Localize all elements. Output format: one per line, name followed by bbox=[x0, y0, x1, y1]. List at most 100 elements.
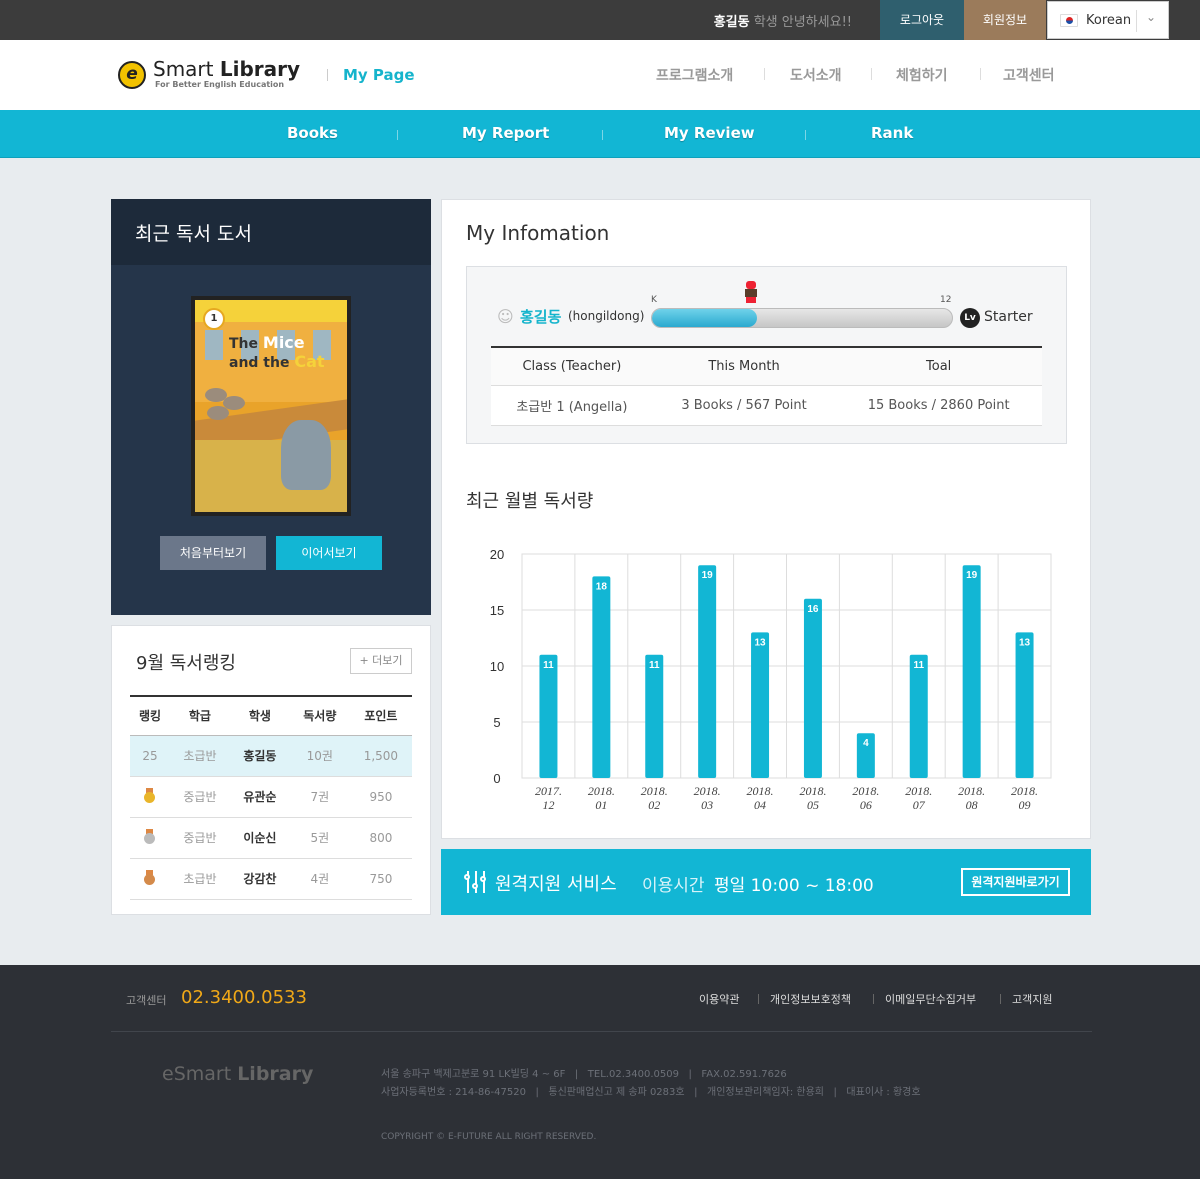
class-cell: 초급반 bbox=[169, 858, 230, 900]
user-icon: ☺ bbox=[497, 307, 514, 326]
footer-link-email-refusal[interactable]: 이메일무단수집거부 bbox=[885, 991, 976, 1007]
customer-center-label: 고객센터 bbox=[126, 994, 167, 1007]
table-row: 초급반 1 (Angella) 3 Books / 567 Point 15 B… bbox=[491, 385, 1042, 426]
mypage-link[interactable]: My Page bbox=[343, 66, 415, 84]
service-hours-label: 이용시간 bbox=[642, 876, 705, 896]
book-title-cat: Cat bbox=[294, 352, 325, 371]
tab-my-report[interactable]: My Report bbox=[462, 124, 549, 142]
footer-link-terms[interactable]: 이용약관 bbox=[699, 991, 739, 1007]
ranking-title: 9월 독서랭킹 bbox=[136, 653, 236, 674]
address-line-2: 사업자등록번호 : 214-86-47520 | 통신판매업신고 제 송파 02… bbox=[381, 1087, 921, 1098]
remote-support-title: 원격지원 서비스 bbox=[495, 874, 617, 895]
footer-logo: eSmart Library bbox=[162, 1063, 313, 1085]
bar-value-label: 4 bbox=[863, 738, 869, 749]
cat-illustration bbox=[281, 420, 331, 490]
books-cell: 10권 bbox=[289, 735, 350, 777]
level-min-label: K bbox=[651, 295, 657, 305]
logo-e-icon[interactable]: e bbox=[118, 61, 146, 89]
col-student: 학생 bbox=[229, 695, 290, 736]
table-row: 중급반 유관순 7권 950 bbox=[130, 776, 412, 818]
table-row: 초급반 강감찬 4권 750 bbox=[130, 858, 412, 900]
book-cover[interactable]: 1 The Mice and the Cat bbox=[191, 296, 351, 516]
logo-title[interactable]: Smart Library bbox=[153, 57, 300, 81]
member-info-button[interactable]: 회원정보 bbox=[964, 0, 1046, 40]
class-cell: 초급반 bbox=[169, 735, 230, 777]
col-rank: 랭킹 bbox=[130, 695, 170, 736]
read-from-start-button[interactable]: 처음부터보기 bbox=[160, 536, 266, 570]
tab-divider bbox=[805, 130, 806, 140]
bar-value-label: 13 bbox=[1019, 637, 1031, 648]
nav-program[interactable]: 프로그램소개 bbox=[656, 65, 733, 85]
chevron-down-icon: ⌄ bbox=[1146, 10, 1157, 24]
x-tick-label: 2018. bbox=[799, 784, 826, 798]
footer-link-support[interactable]: 고객지원 bbox=[1012, 991, 1052, 1007]
nav-divider bbox=[980, 68, 981, 80]
points-cell: 800 bbox=[349, 817, 412, 859]
chart-bar bbox=[962, 565, 981, 778]
class-cell: 중급반 bbox=[169, 776, 230, 818]
user-name: 홍길동 bbox=[520, 308, 562, 326]
chart-bar bbox=[751, 632, 770, 778]
x-tick-label: 2018. bbox=[641, 784, 668, 798]
address-line-1: 서울 송파구 백제고분로 91 LK빌딩 4 ~ 6F | TEL.02.340… bbox=[381, 1069, 787, 1080]
top-bar: 홍길동 학생 안녕하세요!! 로그아웃 회원정보 Korean ⌄ bbox=[0, 0, 1200, 40]
x-tick-label: 04 bbox=[754, 798, 766, 812]
this-month-value: 3 Books / 567 Point bbox=[652, 385, 836, 426]
service-hours: 평일 10:00 ~ 18:00 bbox=[714, 876, 874, 896]
bar-value-label: 19 bbox=[702, 570, 714, 581]
nav-books-intro[interactable]: 도서소개 bbox=[790, 65, 842, 85]
chart-bar bbox=[1015, 632, 1034, 778]
nav-trial[interactable]: 체험하기 bbox=[896, 65, 948, 85]
footer-divider bbox=[873, 994, 874, 1004]
x-tick-label: 07 bbox=[913, 798, 926, 812]
greeting: 홍길동 학생 안녕하세요!! bbox=[714, 11, 852, 30]
level-progress-fill bbox=[652, 309, 757, 327]
ranking-table: 랭킹 학급 학생 독서량 포인트 25 초급반 홍길동 10권 1,500 중급… bbox=[130, 695, 412, 900]
footer-divider bbox=[758, 994, 759, 1004]
book-title: The Mice and the Cat bbox=[229, 334, 325, 372]
nav-customer-center[interactable]: 고객센터 bbox=[1003, 65, 1055, 85]
recent-book-title: 최근 독서 도서 bbox=[135, 223, 252, 245]
sub-nav: Books My Report My Review Rank bbox=[0, 110, 1200, 158]
chart-bar bbox=[803, 598, 822, 778]
company-address: 서울 송파구 백제고분로 91 LK빌딩 4 ~ 6F | TEL.02.340… bbox=[381, 1066, 921, 1102]
more-button[interactable]: + 더보기 bbox=[350, 648, 412, 674]
footer-divider-line bbox=[111, 1031, 1092, 1032]
x-tick-label: 2018. bbox=[694, 784, 721, 798]
greeting-user-name: 홍길동 bbox=[713, 15, 750, 30]
site-header: e Smart Library For Better English Educa… bbox=[0, 40, 1200, 110]
bar-value-label: 19 bbox=[966, 570, 978, 581]
tab-divider bbox=[397, 130, 398, 140]
table-row: 중급반 이순신 5권 800 bbox=[130, 817, 412, 859]
y-tick-label: 15 bbox=[490, 603, 504, 618]
x-tick-label: 09 bbox=[1019, 798, 1031, 812]
nav-divider bbox=[871, 68, 872, 80]
x-tick-label: 2018. bbox=[747, 784, 774, 798]
logout-button[interactable]: 로그아웃 bbox=[880, 0, 964, 40]
reading-summary-table: Class (Teacher) This Month Toal 초급반 1 (A… bbox=[491, 346, 1042, 426]
tab-rank[interactable]: Rank bbox=[871, 124, 913, 142]
level-max-label: 12 bbox=[940, 295, 952, 305]
logo-text-library: Library bbox=[219, 57, 301, 81]
language-divider bbox=[1136, 10, 1137, 32]
recent-book-header: 최근 독서 도서 bbox=[111, 199, 431, 265]
col-this-month: This Month bbox=[652, 346, 836, 386]
remote-support-button[interactable]: 원격지원바로가기 bbox=[961, 868, 1070, 896]
footer-link-privacy[interactable]: 개인정보보호정책 bbox=[770, 991, 851, 1007]
chart-bar bbox=[909, 654, 928, 778]
footer-divider bbox=[1000, 994, 1001, 1004]
student-cell: 강감찬 bbox=[229, 858, 290, 900]
sliders-icon bbox=[464, 871, 487, 893]
rank-cell: 25 bbox=[130, 735, 170, 777]
logo-text-smart: Smart bbox=[153, 57, 220, 81]
language-select[interactable]: Korean ⌄ bbox=[1047, 1, 1169, 39]
tab-my-review[interactable]: My Review bbox=[664, 124, 755, 142]
bar-value-label: 11 bbox=[649, 660, 660, 671]
site-footer: 고객센터 02.3400.0533 이용약관 개인정보보호정책 이메일무단수집거… bbox=[0, 965, 1200, 1179]
book-title-the: The bbox=[229, 336, 263, 352]
book-title-and-the: and the bbox=[229, 355, 295, 371]
copyright: COPYRIGHT © E-FUTURE ALL RIGHT RESERVED. bbox=[381, 1132, 597, 1142]
continue-reading-button[interactable]: 이어서보기 bbox=[276, 536, 382, 570]
table-row: 25 초급반 홍길동 10권 1,500 bbox=[130, 735, 412, 777]
tab-books[interactable]: Books bbox=[287, 124, 338, 142]
